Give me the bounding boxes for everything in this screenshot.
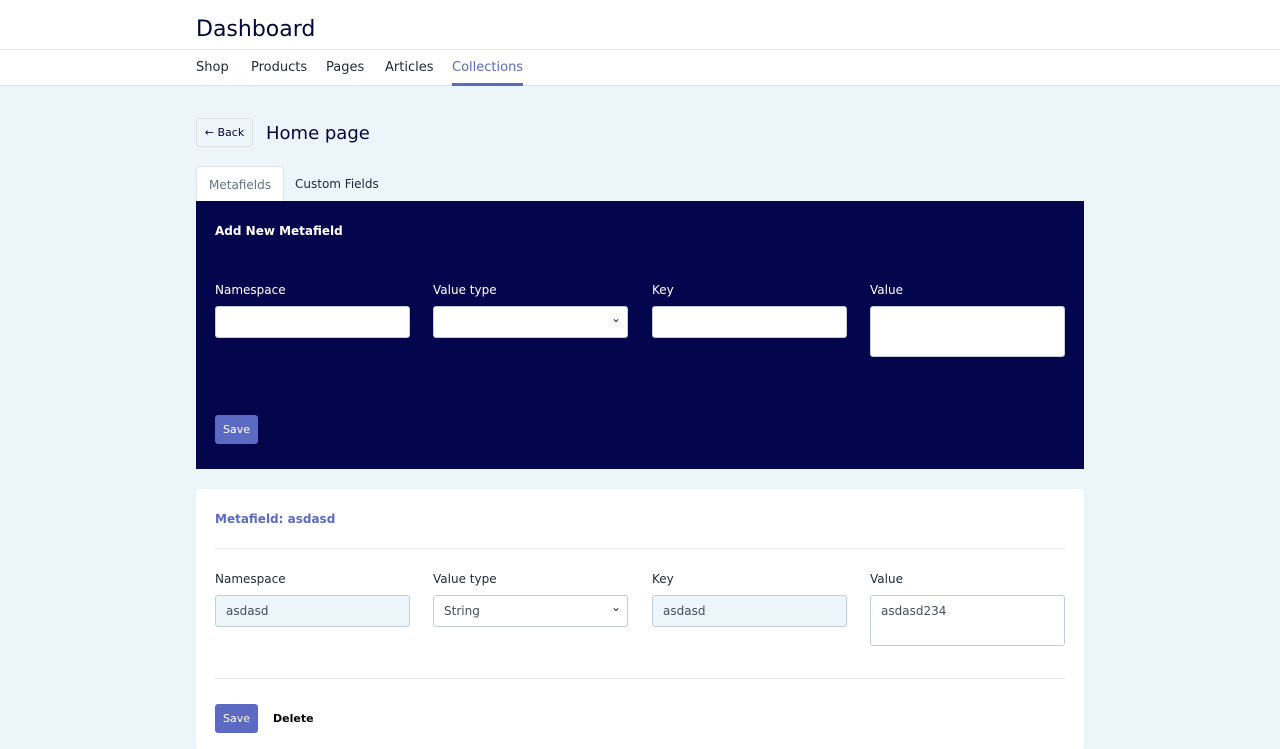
save-button[interactable]: Save — [215, 704, 258, 733]
namespace-input[interactable]: asdasd — [215, 595, 410, 627]
metafield-card: Metafield: asdasd Namespace Value type K… — [196, 489, 1084, 749]
namespace-label: Namespace — [215, 283, 286, 297]
value-type-label: Value type — [433, 283, 497, 297]
page-title: Home page — [266, 123, 370, 144]
save-button[interactable]: Save — [215, 415, 258, 444]
metafield-title: Metafield: asdasd — [215, 512, 336, 526]
top-bar: Dashboard — [0, 0, 1280, 50]
divider — [215, 678, 1065, 679]
nav-articles[interactable]: Articles — [385, 60, 433, 86]
nav-products[interactable]: Products — [251, 60, 307, 86]
value-type-select[interactable]: String — [433, 595, 628, 627]
divider — [215, 548, 1065, 549]
tab-metafields[interactable]: Metafields — [196, 166, 284, 201]
value-textarea[interactable] — [870, 306, 1065, 357]
nav-shop[interactable]: Shop — [196, 60, 229, 86]
nav-collections[interactable]: Collections — [452, 60, 524, 86]
namespace-input[interactable] — [215, 306, 410, 338]
app-title: Dashboard — [196, 17, 316, 42]
key-label: Key — [652, 283, 674, 297]
value-label: Value — [870, 572, 903, 586]
namespace-label: Namespace — [215, 572, 286, 586]
value-label: Value — [870, 283, 903, 297]
key-input[interactable]: asdasd — [652, 595, 847, 627]
value-type-select[interactable] — [433, 306, 628, 338]
nav-pages[interactable]: Pages — [326, 60, 364, 86]
value-textarea[interactable]: asdasd234 — [870, 595, 1065, 646]
add-metafield-card: Add New Metafield Namespace Value type K… — [196, 201, 1084, 469]
tab-custom-fields[interactable]: Custom Fields — [283, 166, 391, 201]
key-label: Key — [652, 572, 674, 586]
main-nav: Shop Products Pages Articles Collections — [0, 50, 1280, 86]
delete-button[interactable]: Delete — [273, 712, 314, 725]
key-input[interactable] — [652, 306, 847, 338]
card-title: Add New Metafield — [215, 224, 343, 238]
back-button[interactable]: ← Back — [196, 118, 253, 147]
value-type-label: Value type — [433, 572, 497, 586]
